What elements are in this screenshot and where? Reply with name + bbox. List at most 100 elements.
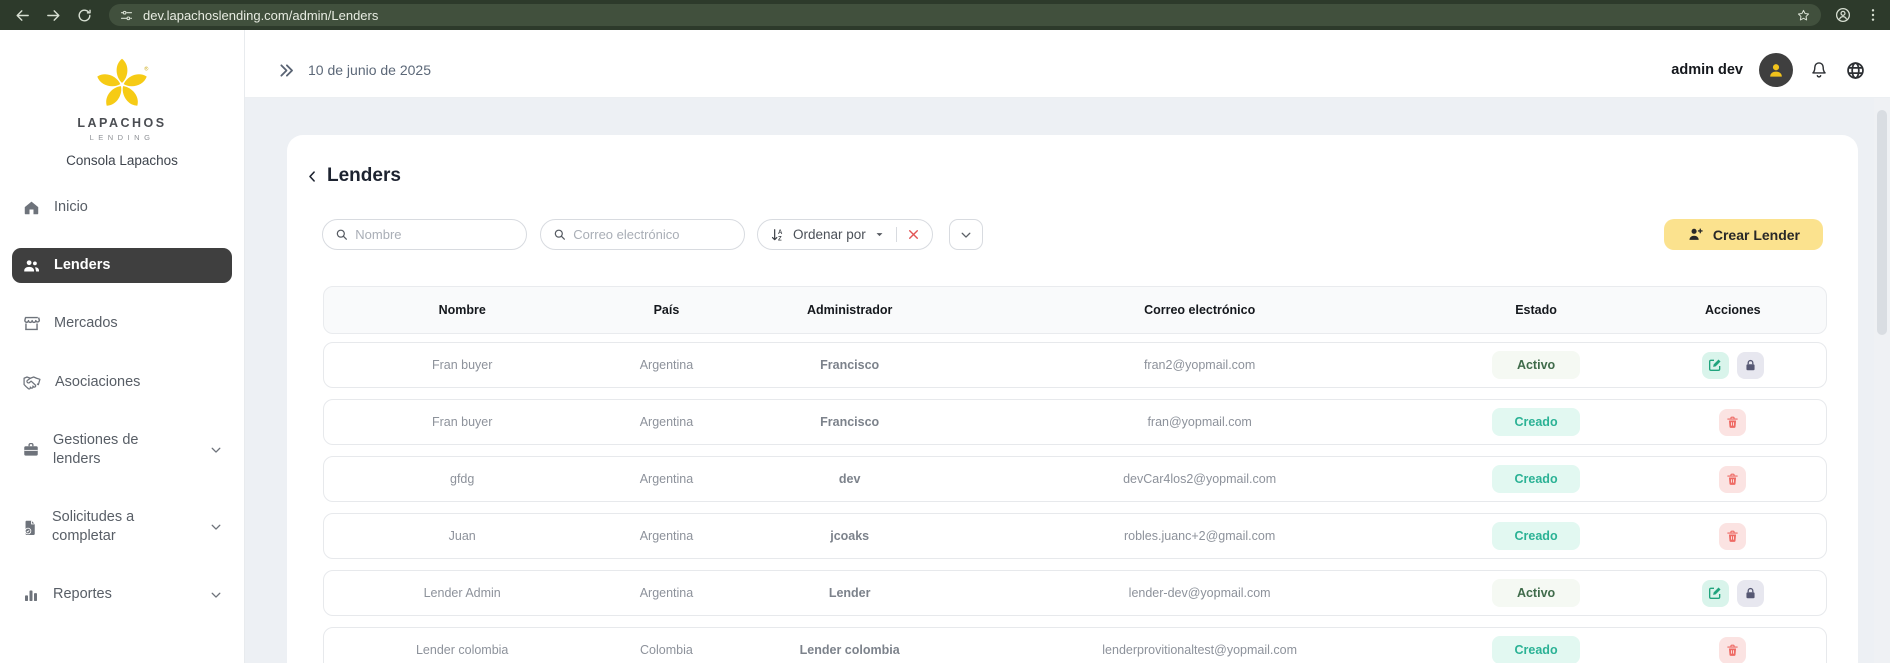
sidebar-item-reportes[interactable]: Reportes: [12, 577, 232, 612]
filters-row: AZ Ordenar por Crear Lender: [322, 219, 1827, 250]
name-filter: [322, 219, 527, 250]
console-label: Consola Lapachos: [66, 153, 178, 168]
bookmark-star-icon[interactable]: [1796, 8, 1811, 23]
edit-icon: [1709, 359, 1721, 371]
store-icon: [24, 316, 41, 331]
divider: [895, 227, 897, 242]
table-row[interactable]: Fran buyer Argentina Francisco fran2@yop…: [323, 342, 1827, 388]
edit-icon: [1709, 587, 1721, 599]
browser-profile-icon[interactable]: [1834, 6, 1852, 24]
cell-nombre: Fran buyer: [431, 358, 493, 372]
status-badge: Activo: [1492, 579, 1581, 607]
sidebar-item-gestiones[interactable]: Gestiones de lenders: [12, 423, 232, 477]
cell-correo: lenderprovitionaltest@yopmail.com: [1102, 643, 1297, 657]
email-filter: [540, 219, 745, 250]
browser-menu-icon[interactable]: [1865, 7, 1881, 23]
column-header-estado: Estado: [1515, 303, 1557, 317]
sidebar-item-asociaciones[interactable]: Asociaciones: [12, 364, 232, 400]
site-settings-icon[interactable]: [119, 8, 134, 23]
logo-title: LAPACHOS: [77, 116, 167, 130]
clear-sort-icon[interactable]: [907, 228, 920, 241]
sidebar-item-solicitudes[interactable]: Solicitudes a completar: [12, 500, 232, 554]
sort-az-icon: AZ: [770, 227, 786, 243]
svg-text:®: ®: [144, 65, 148, 72]
cell-pais: Argentina: [639, 586, 694, 600]
column-header-administrador: Administrador: [806, 303, 893, 317]
lock-button[interactable]: [1736, 579, 1764, 607]
handshake-icon: [23, 376, 41, 390]
status-badge: Creado: [1492, 465, 1581, 493]
delete-button[interactable]: [1719, 408, 1747, 436]
cell-nombre: Lender colombia: [415, 643, 509, 657]
address-bar[interactable]: dev.lapachoslending.com/admin/Lenders: [109, 4, 1821, 26]
sidebar-item-inicio[interactable]: Inicio: [12, 190, 232, 225]
delete-button[interactable]: [1719, 465, 1747, 493]
sidebar-item-label: Inicio: [54, 199, 88, 215]
delete-button[interactable]: [1719, 636, 1747, 663]
create-lender-button[interactable]: Crear Lender: [1663, 219, 1823, 250]
column-header-pais: País: [653, 303, 680, 317]
cell-correo: robles.juanc+2@gmail.com: [1123, 529, 1276, 543]
sidebar-item-label: Solicitudes a completar: [52, 509, 135, 544]
cell-estado: Activo: [1432, 351, 1639, 379]
sort-by-dropdown[interactable]: AZ Ordenar por: [757, 219, 933, 250]
home-icon: [24, 201, 39, 215]
vertical-scrollbar[interactable]: [1874, 98, 1890, 663]
email-search-input[interactable]: [573, 227, 732, 242]
sidebar-item-label: Gestiones de lenders: [53, 432, 139, 467]
browser-back-icon[interactable]: [14, 7, 31, 24]
table-row[interactable]: Lender colombia Colombia Lender colombia…: [323, 627, 1827, 663]
url-text: dev.lapachoslending.com/admin/Lenders: [143, 7, 379, 23]
table-row[interactable]: Lender Admin Argentina Lender lender-dev…: [323, 570, 1827, 616]
user-area: admin dev: [1671, 53, 1866, 87]
edit-button[interactable]: [1701, 351, 1729, 379]
page-title-text: Lenders: [327, 165, 401, 186]
trash-icon: [1727, 644, 1739, 656]
table-row[interactable]: gfdg Argentina dev devCar4los2@yopmail.c…: [323, 456, 1827, 502]
status-badge: Creado: [1492, 408, 1581, 436]
cell-nombre: Lender Admin: [423, 586, 501, 600]
name-search-input[interactable]: [355, 227, 514, 242]
sidebar-item-label: Lenders: [54, 257, 111, 273]
avatar[interactable]: [1759, 53, 1793, 87]
cell-estado: Creado: [1432, 465, 1639, 493]
browser-reload-icon[interactable]: [76, 7, 93, 24]
cell-pais: Colombia: [640, 643, 693, 657]
delete-button[interactable]: [1719, 522, 1747, 550]
column-header-nombre: Nombre: [438, 303, 486, 317]
sidebar-collapse-icon[interactable]: [277, 61, 296, 80]
cell-acciones: [1640, 522, 1826, 550]
browser-forward-icon[interactable]: [45, 7, 62, 24]
notifications-bell-icon[interactable]: [1809, 60, 1829, 80]
scrollbar-thumb[interactable]: [1877, 110, 1887, 335]
cell-pais: Argentina: [639, 529, 694, 543]
document-check-icon: [24, 520, 35, 535]
main-content: Lenders AZ Ordenar por: [245, 98, 1890, 663]
trash-icon: [1727, 473, 1739, 485]
status-badge: Creado: [1492, 636, 1581, 663]
sidebar-item-label: Reportes: [53, 586, 112, 602]
lapachos-flower-icon: ®: [97, 58, 148, 106]
cell-administrador: Lender: [828, 586, 871, 600]
cell-estado: Creado: [1432, 522, 1639, 550]
svg-text:Z: Z: [778, 236, 782, 242]
language-globe-icon[interactable]: [1845, 60, 1866, 81]
page-title: Lenders: [305, 165, 1827, 187]
more-filters-button[interactable]: [948, 219, 983, 250]
sidebar-item-mercados[interactable]: Mercados: [12, 306, 232, 341]
lock-button[interactable]: [1736, 351, 1764, 379]
cell-estado: Creado: [1432, 408, 1639, 436]
top-bar: 10 de junio de 2025 admin dev: [245, 30, 1890, 98]
cell-pais: Argentina: [639, 415, 694, 429]
cell-pais: Argentina: [639, 472, 694, 486]
sidebar-item-lenders[interactable]: Lenders: [12, 248, 232, 283]
table-row[interactable]: Juan Argentina jcoaks robles.juanc+2@gma…: [323, 513, 1827, 559]
cell-acciones: [1640, 579, 1826, 607]
edit-button[interactable]: [1701, 579, 1729, 607]
back-chevron-icon[interactable]: [305, 169, 320, 184]
users-icon: [24, 260, 40, 272]
cell-administrador: Lender colombia: [799, 643, 900, 657]
table-row[interactable]: Fran buyer Argentina Francisco fran@yopm…: [323, 399, 1827, 445]
chevron-down-icon: [209, 520, 223, 534]
person-plus-icon: [1689, 228, 1703, 240]
